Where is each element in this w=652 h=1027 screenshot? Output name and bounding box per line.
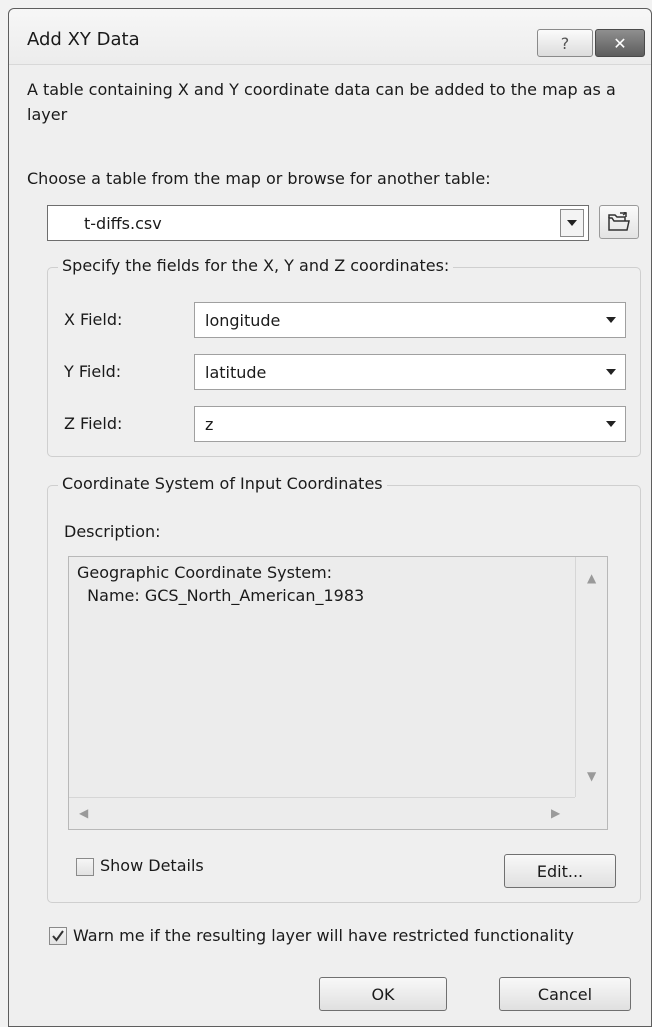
chevron-down-icon <box>567 220 577 226</box>
show-details-label: Show Details <box>100 856 204 875</box>
z-field-value: z <box>205 415 214 434</box>
fields-group-title: Specify the fields for the X, Y and Z co… <box>58 256 454 275</box>
open-folder-icon <box>608 212 630 231</box>
z-field-label: Z Field: <box>64 414 123 433</box>
coordinate-fields-group: Specify the fields for the X, Y and Z co… <box>47 256 641 457</box>
dialog-title: Add XY Data <box>27 29 140 50</box>
coordinate-system-group: Coordinate System of Input Coordinates D… <box>47 474 641 903</box>
y-field-label: Y Field: <box>64 362 122 381</box>
coord-group-title: Coordinate System of Input Coordinates <box>58 474 387 493</box>
z-field-arrow[interactable] <box>598 408 624 440</box>
table-dropdown-value: t-diffs.csv <box>84 214 162 233</box>
description-textbox[interactable]: Geographic Coordinate System: Name: GCS_… <box>68 556 608 830</box>
y-field-value: latitude <box>205 363 267 382</box>
scroll-left-icon[interactable]: ◀ <box>79 806 88 820</box>
scroll-up-icon[interactable]: ▲ <box>587 571 596 585</box>
table-dropdown-arrow[interactable] <box>560 209 584 237</box>
description-text: Geographic Coordinate System: Name: GCS_… <box>77 563 365 605</box>
scroll-down-icon[interactable]: ▼ <box>587 769 596 783</box>
y-field-dropdown[interactable]: latitude <box>194 354 626 390</box>
table-dropdown[interactable]: t-diffs.csv <box>47 205 589 241</box>
warn-checkbox[interactable] <box>49 927 67 945</box>
close-icon: ✕ <box>613 33 627 53</box>
add-xy-data-dialog: Add XY Data ? ✕ A table containing X and… <box>8 8 652 1027</box>
x-field-label: X Field: <box>64 310 123 329</box>
horizontal-scrollbar[interactable]: ◀ ▶ <box>69 797 575 829</box>
scroll-right-icon[interactable]: ▶ <box>551 806 560 820</box>
chevron-down-icon <box>606 421 616 427</box>
choose-table-label: Choose a table from the map or browse fo… <box>27 169 491 188</box>
x-field-dropdown[interactable]: longitude <box>194 302 626 338</box>
x-field-value: longitude <box>205 311 281 330</box>
x-field-arrow[interactable] <box>598 304 624 336</box>
cancel-button[interactable]: Cancel <box>499 977 631 1011</box>
help-icon: ? <box>560 33 570 53</box>
show-details-checkbox[interactable] <box>76 858 94 876</box>
vertical-scrollbar[interactable]: ▲ ▼ <box>575 557 607 797</box>
intro-text: A table containing X and Y coordinate da… <box>27 80 616 124</box>
edit-button[interactable]: Edit... <box>504 854 616 888</box>
chevron-down-icon <box>606 317 616 323</box>
browse-button[interactable] <box>599 205 639 239</box>
description-label: Description: <box>64 522 161 541</box>
checkmark-icon <box>52 930 64 942</box>
title-bar: Add XY Data ? ✕ <box>9 9 651 65</box>
y-field-arrow[interactable] <box>598 356 624 388</box>
z-field-dropdown[interactable]: z <box>194 406 626 442</box>
ok-button[interactable]: OK <box>319 977 447 1011</box>
chevron-down-icon <box>606 369 616 375</box>
help-button[interactable]: ? <box>537 29 593 57</box>
warn-label: Warn me if the resulting layer will have… <box>73 926 574 945</box>
close-button[interactable]: ✕ <box>595 29 645 57</box>
